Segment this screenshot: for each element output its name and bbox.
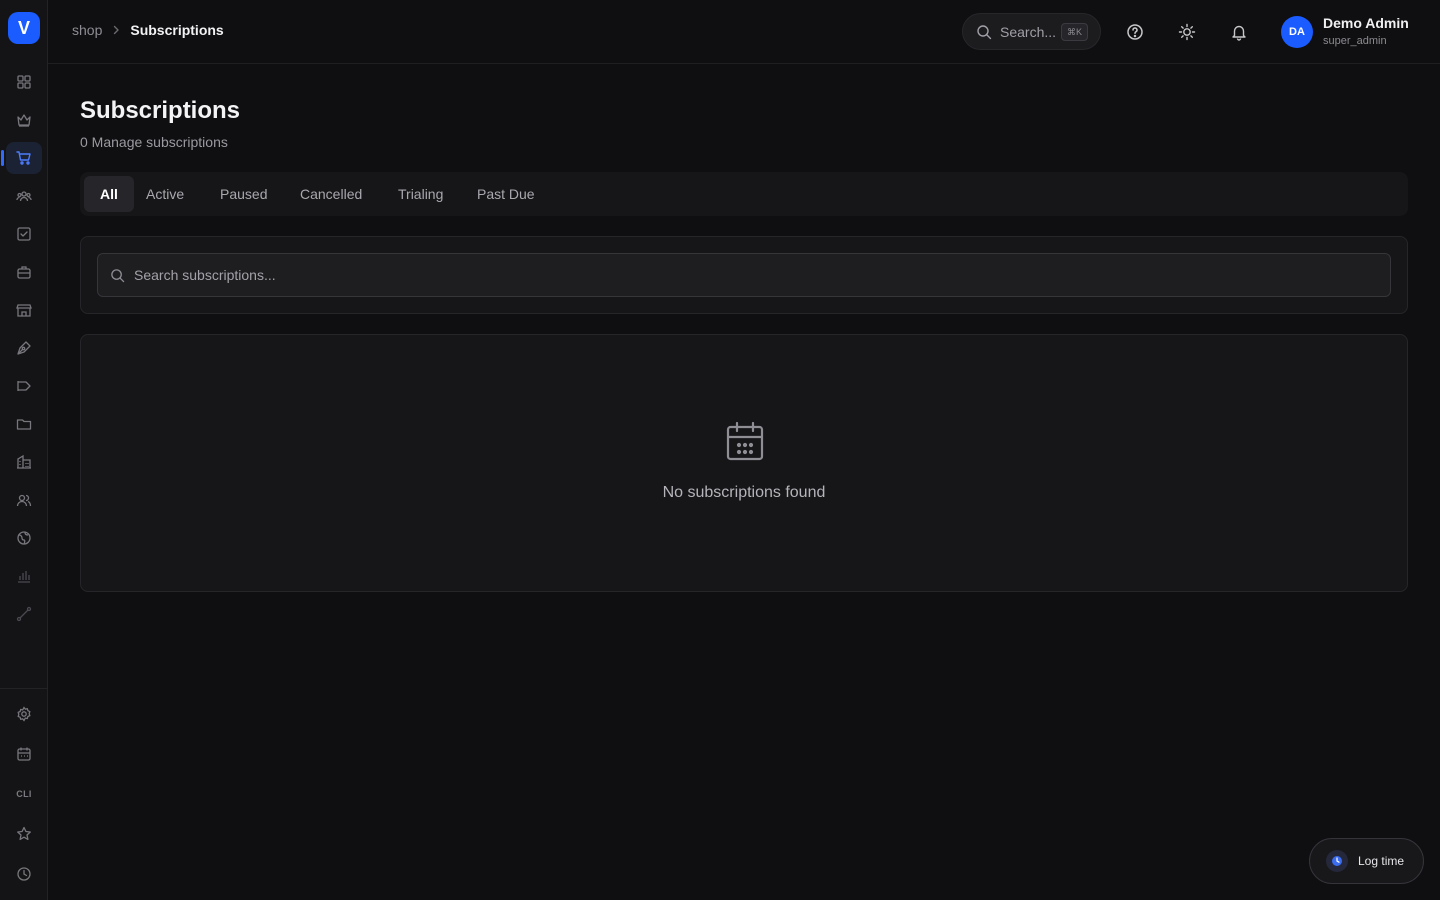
folder-icon (16, 416, 32, 432)
sidebar-divider (0, 688, 47, 689)
sidebar-item-settings[interactable] (6, 698, 42, 730)
breadcrumb: shop Subscriptions (72, 22, 224, 38)
tab-cancelled[interactable]: Cancelled (284, 176, 378, 212)
sidebar-item-store[interactable] (6, 294, 42, 326)
empty-state-message: No subscriptions found (662, 484, 826, 501)
page-title: Subscriptions (80, 97, 241, 124)
status-tabs: All Active Paused Cancelled Trialing Pas… (80, 172, 1408, 216)
sidebar-item-marketing[interactable] (6, 370, 42, 402)
timer-icon (1326, 850, 1348, 872)
search-icon (976, 24, 992, 40)
bar-chart-icon (16, 568, 32, 584)
sidebar-item-history[interactable] (6, 858, 42, 890)
search-shortcut-badge: ⌘K (1060, 23, 1088, 41)
users-group-icon (16, 188, 32, 204)
sidebar-item-global[interactable] (6, 522, 42, 554)
search-icon (110, 268, 125, 283)
sidebar-item-jobs[interactable] (6, 256, 42, 288)
subscription-search-field (97, 253, 1391, 297)
briefcase-icon (16, 264, 32, 280)
star-icon (16, 826, 32, 842)
tab-past-due[interactable]: Past Due (461, 176, 551, 212)
checkbox-icon (16, 226, 32, 242)
sidebar-item-favorites[interactable] (6, 818, 42, 850)
sidebar-item-routes[interactable] (6, 598, 42, 630)
route-icon (16, 606, 32, 622)
clock-icon (16, 866, 32, 882)
app-logo[interactable]: V (8, 12, 40, 44)
sidebar-item-files[interactable] (6, 408, 42, 440)
sidebar-item-design[interactable] (6, 332, 42, 364)
sidebar-item-contacts[interactable] (6, 484, 42, 516)
tab-trialing[interactable]: Trialing (382, 176, 459, 212)
page-subtitle: 0 Manage subscriptions (80, 134, 228, 150)
search-card (80, 236, 1408, 314)
empty-state-card: No subscriptions found (80, 334, 1408, 592)
crown-icon (16, 112, 32, 128)
cart-icon (16, 150, 32, 166)
global-search-label: Search... (1000, 23, 1057, 40)
theme-toggle-button[interactable] (1175, 20, 1199, 44)
sidebar: V CLI (0, 0, 48, 900)
sidebar-item-analytics[interactable] (6, 560, 42, 592)
tab-all[interactable]: All (84, 176, 134, 212)
sidebar-item-companies[interactable] (6, 446, 42, 478)
top-bar: shop Subscriptions Search... ⌘K DA Demo … (48, 0, 1440, 64)
sidebar-item-premium[interactable] (6, 104, 42, 136)
notifications-button[interactable] (1227, 20, 1251, 44)
sidebar-item-tasks[interactable] (6, 218, 42, 250)
calendar-clock-icon (16, 746, 32, 762)
user-name[interactable]: Demo Admin (1323, 15, 1409, 31)
sidebar-item-shop[interactable] (1, 142, 42, 174)
tab-paused[interactable]: Paused (204, 176, 283, 212)
sidebar-item-cli[interactable]: CLI (6, 778, 42, 810)
log-time-button[interactable]: Log time (1309, 838, 1424, 884)
sidebar-item-community[interactable] (6, 180, 42, 212)
megaphone-icon (16, 378, 32, 394)
sidebar-item-dashboard[interactable] (6, 66, 42, 98)
tab-active[interactable]: Active (130, 176, 200, 212)
user-role: super_admin (1323, 35, 1387, 47)
sidebar-item-schedule[interactable] (6, 738, 42, 770)
grid-icon (16, 74, 32, 90)
settings-icon (16, 706, 32, 722)
user-avatar[interactable]: DA (1281, 16, 1313, 48)
bell-icon (1230, 23, 1248, 41)
breadcrumb-shop-link[interactable]: shop (72, 22, 102, 38)
pen-nib-icon (16, 340, 32, 356)
contacts-icon (16, 492, 32, 508)
chevron-right-icon (110, 24, 122, 36)
subscription-search-input[interactable] (134, 254, 1374, 296)
store-icon (16, 302, 32, 318)
globe-icon (16, 530, 32, 546)
help-button[interactable] (1123, 20, 1147, 44)
building-icon (16, 454, 32, 470)
cli-label: CLI (16, 789, 32, 799)
breadcrumb-current: Subscriptions (130, 22, 224, 38)
calendar-icon (724, 421, 766, 463)
log-time-label: Log time (1358, 854, 1405, 868)
global-search-button[interactable]: Search... ⌘K (962, 13, 1101, 50)
sun-icon (1178, 23, 1196, 41)
help-circle-icon (1126, 23, 1144, 41)
